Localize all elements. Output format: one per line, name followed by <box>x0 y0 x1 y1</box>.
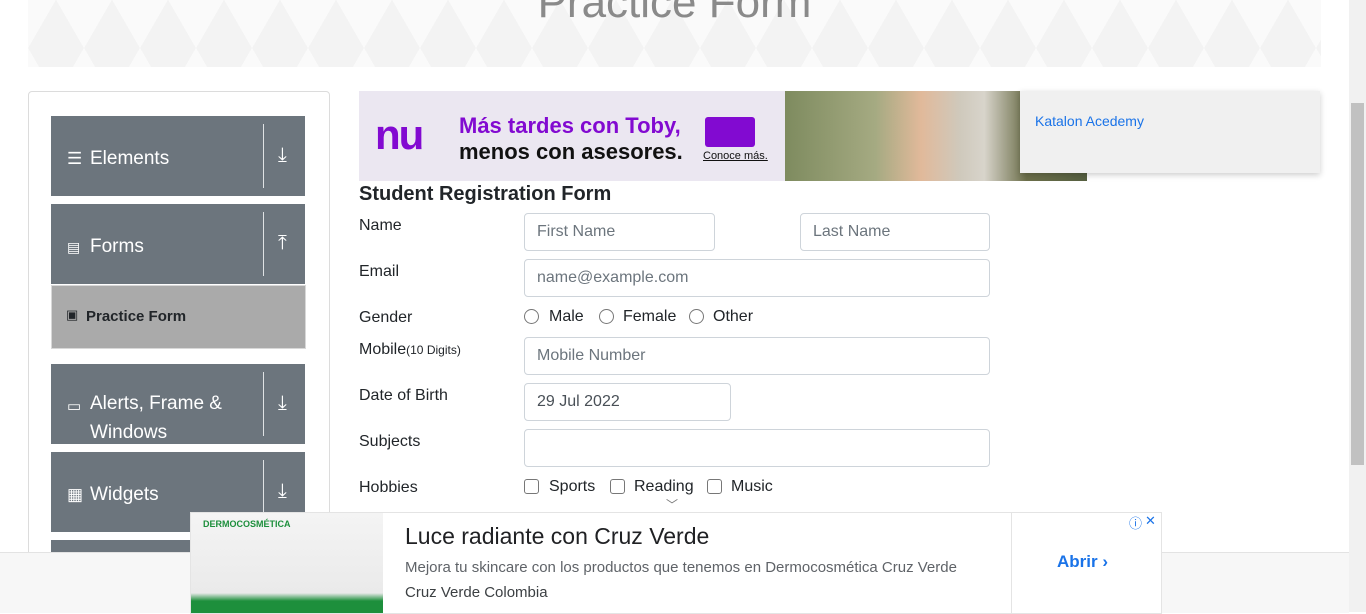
scrollbar-thumb[interactable] <box>1351 103 1364 465</box>
sidebar-group-label: Forms <box>90 236 144 257</box>
gender-male-radio[interactable] <box>524 309 539 324</box>
expand-icon: ⤓ <box>278 480 287 502</box>
divider <box>263 212 264 276</box>
sidebar-group-alerts[interactable]: ▭ Alerts, Frame & Windows ⤓ <box>51 364 305 444</box>
ad-source: Cruz Verde Colombia <box>405 584 548 601</box>
document-icon: ▤ <box>67 239 81 255</box>
hobby-reading-checkbox[interactable] <box>610 479 625 494</box>
hobby-sports-checkbox[interactable] <box>524 479 539 494</box>
ad-product-image: DERMOCOSMÉTICA <box>191 513 383 613</box>
chevron-right-icon: › <box>1102 552 1109 571</box>
ad-title[interactable]: Luce radiante con Cruz Verde <box>405 523 709 550</box>
ad-open-button[interactable]: Abrir › <box>1057 552 1108 572</box>
ad-brand: DERMOCOSMÉTICA <box>203 519 291 529</box>
hamburger-icon: ☰ <box>67 149 83 168</box>
last-name-input[interactable] <box>800 213 990 251</box>
katalon-ad-link[interactable]: Katalon Acedemy <box>1035 113 1144 129</box>
ad-subheadline: menos con asesores. <box>459 139 683 164</box>
sidebar-group-forms[interactable]: ▤ Forms ⤒ <box>51 204 305 284</box>
hobby-music-checkbox[interactable] <box>707 479 722 494</box>
hobby-reading-label[interactable]: Reading <box>634 478 694 496</box>
close-icon[interactable]: ✕ <box>1145 513 1156 529</box>
collapse-icon: ⤒ <box>278 232 287 254</box>
gender-male-label[interactable]: Male <box>549 308 584 326</box>
ad-open-label: Abrir <box>1057 552 1098 571</box>
sidebar-group-label: Elements <box>90 148 170 169</box>
hobby-music-label[interactable]: Music <box>731 478 773 496</box>
widgets-icon: ▦ <box>67 485 84 504</box>
sidebar: ☰ Elements ⤓ ▤ Forms ⤒ ▣ Practice Form ▭… <box>28 91 330 563</box>
window-icon: ▭ <box>67 398 82 415</box>
card-image <box>705 117 755 147</box>
info-icon[interactable]: ⓘ <box>1129 513 1142 532</box>
sidebar-group-elements[interactable]: ☰ Elements ⤓ <box>51 116 305 196</box>
bottom-advertisement[interactable]: DERMOCOSMÉTICA Luce radiante con Cruz Ve… <box>190 512 1162 614</box>
ad-description: Mejora tu skincare con los productos que… <box>405 559 957 576</box>
top-advertisement[interactable]: nu Más tardes con Toby, menos con asesor… <box>359 91 1087 181</box>
form-title: Student Registration Form <box>359 183 612 205</box>
divider <box>263 372 264 436</box>
gender-female-radio[interactable] <box>599 309 614 324</box>
subjects-input[interactable] <box>524 429 990 467</box>
expand-icon: ⤓ <box>278 144 287 166</box>
mobile-input[interactable] <box>524 337 990 375</box>
hobbies-label: Hobbies <box>359 479 418 496</box>
sidebar-group-label: Alerts, Frame & Windows <box>90 393 222 443</box>
expand-icon: ⤓ <box>278 392 287 414</box>
first-name-input[interactable] <box>524 213 715 251</box>
mobile-label-text: Mobile <box>359 341 407 358</box>
sidebar-group-label: Widgets <box>90 484 159 505</box>
vertical-scrollbar[interactable] <box>1349 0 1366 612</box>
dob-label: Date of Birth <box>359 387 448 404</box>
email-input[interactable] <box>524 259 990 297</box>
name-label: Name <box>359 217 402 234</box>
divider <box>263 124 264 188</box>
gender-other-label[interactable]: Other <box>713 308 753 326</box>
gender-other-radio[interactable] <box>689 309 704 324</box>
mobile-label: Mobile(10 Digits) <box>359 341 461 359</box>
subjects-label: Subjects <box>359 433 421 450</box>
page-title: Practice Form <box>537 0 812 27</box>
sidebar-item-practice-form[interactable]: ▣ Practice Form <box>51 285 306 349</box>
ad-cta-link[interactable]: Conoce más. <box>703 150 768 162</box>
date-of-birth-input[interactable] <box>524 383 731 421</box>
side-advertisement: Katalon Acedemy <box>1020 91 1320 173</box>
gender-label: Gender <box>359 309 413 326</box>
sidebar-item-label: Practice Form <box>86 308 187 325</box>
nu-logo: nu <box>375 111 424 158</box>
mobile-hint: (10 Digits) <box>406 343 461 357</box>
ad-headline: Más tardes con Toby, <box>459 113 681 138</box>
html-badge-icon: ▣ <box>66 307 79 322</box>
email-label: Email <box>359 263 400 280</box>
hobby-sports-label[interactable]: Sports <box>549 478 595 496</box>
gender-female-label[interactable]: Female <box>623 308 676 326</box>
divider <box>1011 513 1012 613</box>
chevron-down-icon[interactable]: ﹀ <box>666 496 678 513</box>
page-banner: Practice Form <box>28 0 1321 67</box>
